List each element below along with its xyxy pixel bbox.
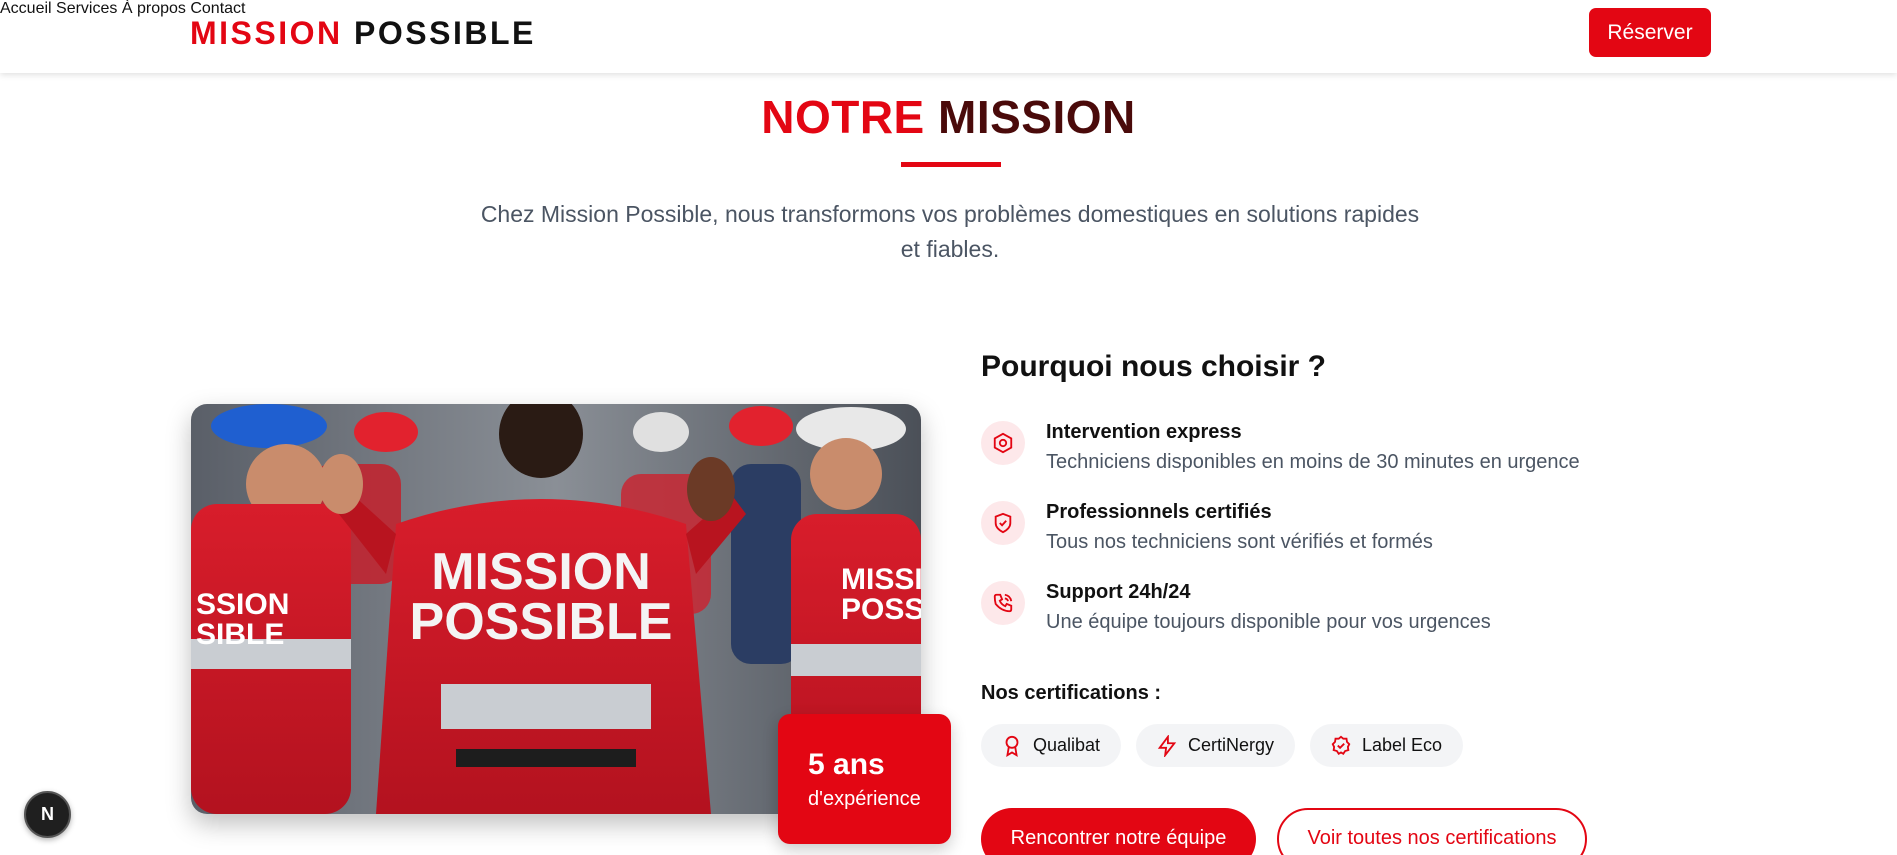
feature-title: Support 24h/24: [1046, 581, 1191, 603]
cert-chip-qualibat[interactable]: Qualibat: [981, 724, 1122, 767]
feature-description: Une équipe toujours disponible pour vos …: [1046, 611, 1491, 633]
site-header: MISSION POSSIBLE Accueil Services À prop…: [0, 0, 1897, 73]
nextjs-dev-badge[interactable]: N: [24, 791, 71, 838]
certifications-title: Nos certifications :: [981, 682, 1162, 704]
title-mission: MISSION: [938, 91, 1136, 143]
feature-description: Techniciens disponibles en moins de 30 m…: [1046, 451, 1580, 473]
shield-check-icon: [981, 501, 1025, 545]
hexagon-gear-icon: [981, 421, 1025, 465]
right-shirt-line1: MISSIO: [841, 563, 921, 596]
right-shirt-line2: POSSIB: [841, 593, 921, 626]
cert-chip-certinergy[interactable]: CertiNergy: [1136, 724, 1296, 767]
view-certifications-button[interactable]: Voir toutes nos certifications: [1277, 808, 1587, 855]
feature-title: Intervention express: [1046, 421, 1242, 443]
nav-link-a-propos[interactable]: À propos: [122, 0, 186, 17]
logo-possible: POSSIBLE: [354, 15, 536, 51]
feature-certified: Professionnels certifiés Tous nos techni…: [981, 501, 1681, 561]
experience-label: d'expérience: [808, 788, 921, 810]
section-title: NOTRE MISSION: [0, 90, 1897, 144]
experience-badge: 5 ans d'expérience: [778, 714, 951, 844]
feature-support: Support 24h/24 Une équipe toujours dispo…: [981, 581, 1681, 641]
reserve-button[interactable]: Réserver: [1589, 8, 1711, 57]
award-icon: [1005, 735, 1019, 757]
feature-express: Intervention express Techniciens disponi…: [981, 421, 1681, 481]
experience-years: 5 ans: [808, 748, 885, 781]
left-shirt-line2: SIBLE: [196, 618, 284, 651]
cert-label: Qualibat: [1033, 735, 1101, 755]
lightning-icon: [1157, 734, 1177, 757]
nav-link-accueil[interactable]: Accueil: [0, 0, 52, 17]
nav-link-services[interactable]: Services: [56, 0, 117, 17]
cert-chip-label-eco[interactable]: Label Eco: [1310, 724, 1464, 767]
center-shirt-line2: POSSIBLE: [410, 593, 673, 651]
title-divider: [901, 162, 1001, 167]
feature-description: Tous nos techniciens sont vérifiés et fo…: [1046, 531, 1433, 553]
title-notre: NOTRE: [761, 91, 925, 143]
feature-title: Professionnels certifiés: [1046, 501, 1272, 523]
logo-mission: MISSION: [190, 15, 343, 51]
badge-check-icon: [1331, 735, 1351, 755]
mission-intro: Chez Mission Possible, nous transformons…: [480, 201, 1420, 262]
left-shirt-line1: SSION: [196, 588, 289, 621]
phone-call-icon: [981, 581, 1025, 625]
cert-label: Label Eco: [1362, 735, 1443, 755]
why-choose-title: Pourquoi nous choisir ?: [981, 350, 1326, 383]
cert-label: CertiNergy: [1188, 735, 1275, 755]
meet-team-button[interactable]: Rencontrer notre équipe: [981, 808, 1256, 855]
logo[interactable]: MISSION POSSIBLE: [190, 15, 536, 52]
